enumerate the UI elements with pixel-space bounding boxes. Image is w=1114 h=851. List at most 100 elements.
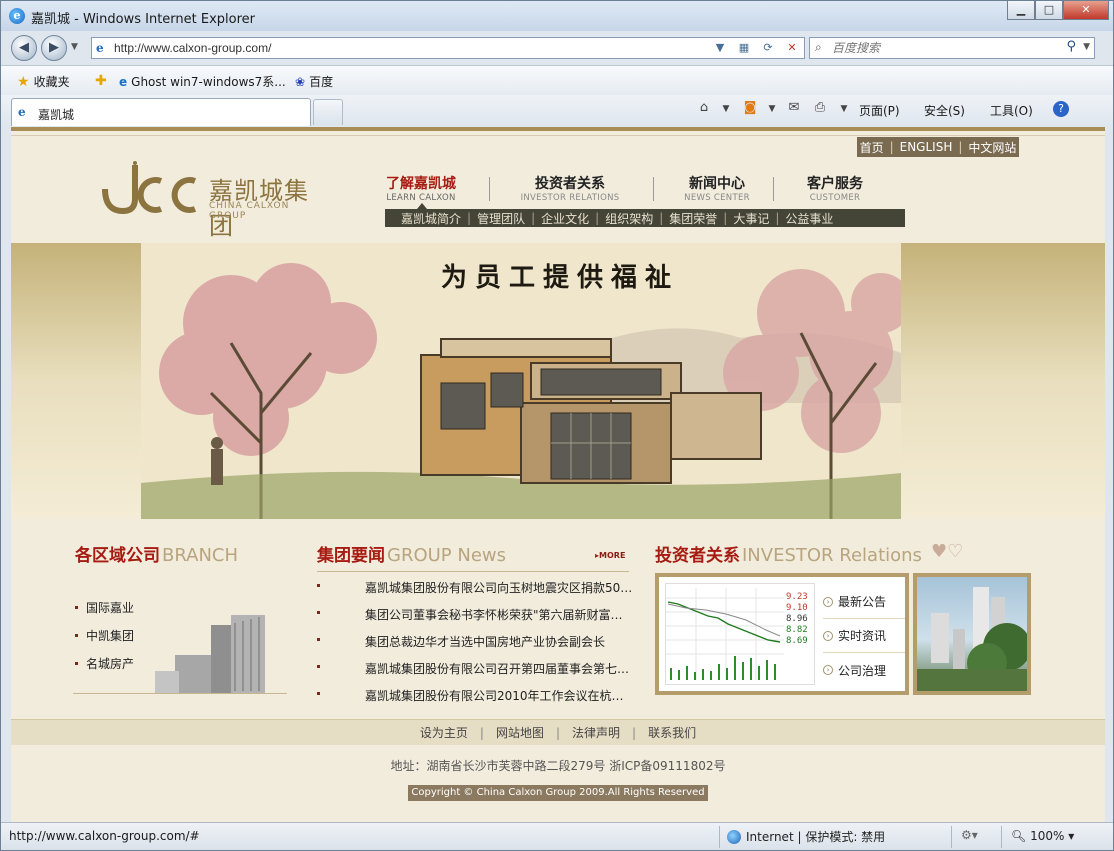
stock-chart[interactable]: 9.23 9.10 8.96 8.82 8.69: [665, 583, 815, 685]
ie-logo-icon: e: [9, 8, 25, 24]
branch-list: 国际嘉业 中凯集团 名城房产: [75, 593, 134, 677]
nav-sublabel: NEWS CENTER: [684, 193, 750, 203]
web-page: 首页 | ENGLISH | 中文网站 嘉凯城集团 CHINA CALXON G…: [11, 127, 1105, 822]
news-title-en: GROUP News: [387, 545, 507, 566]
branch-item-guoji[interactable]: 国际嘉业: [75, 593, 134, 621]
ie-page-icon: e: [119, 74, 128, 89]
bullet-icon: [317, 638, 320, 641]
nav-news-center[interactable]: 新闻中心 NEWS CENTER: [677, 173, 757, 203]
top-links: 首页 | ENGLISH | 中文网站: [857, 137, 1019, 157]
new-tab-button[interactable]: [313, 99, 343, 125]
rss-dropdown-icon[interactable]: ▼: [763, 104, 781, 122]
branch-item-mingcheng[interactable]: 名城房产: [75, 649, 134, 677]
stop-icon[interactable]: ✕: [782, 39, 802, 57]
add-favorite-button[interactable]: ✚: [95, 73, 107, 89]
rss-icon[interactable]: ◙: [741, 100, 759, 118]
subnav-honors[interactable]: 集团荣誉: [663, 210, 723, 227]
favorite-link-baidu[interactable]: ❀ 百度: [295, 73, 333, 90]
refresh-icon[interactable]: ⟳: [758, 39, 778, 57]
site-logo[interactable]: 嘉凯城集团 CHINA CALXON GROUP: [99, 157, 329, 240]
investor-link-label: 最新公告: [838, 595, 887, 609]
news-item[interactable]: 集团公司董事会秘书李怀彬荣获"第六届新财富金牌董秘": [317, 600, 635, 627]
branch-title: 各区域公司 BRANCH: [75, 541, 238, 566]
nav-customer[interactable]: 客户服务 CUSTOMER: [795, 173, 875, 203]
history-dropdown-icon[interactable]: ▼: [71, 42, 78, 52]
nav-investor-relations[interactable]: 投资者关系 INVESTOR RELATIONS: [515, 173, 625, 203]
search-box[interactable]: ⌕ ⚲ ▼: [809, 37, 1095, 59]
nav-label: 新闻中心: [689, 176, 745, 192]
tab-active[interactable]: e 嘉凯城: [11, 98, 311, 126]
news-item[interactable]: 嘉凯城集团股份有限公司2010年工作会议在杭召开: [317, 681, 635, 708]
footer-link-homepage[interactable]: 设为主页: [420, 724, 468, 741]
nav-learn-calxon[interactable]: 了解嘉凯城 LEARN CALXON: [381, 173, 461, 203]
link-realtime-info[interactable]: › 实时资讯: [823, 619, 905, 653]
address-input[interactable]: [114, 39, 714, 57]
zoom-level[interactable]: 🔍︎ 100% ▾: [1011, 829, 1074, 843]
compatibility-icon[interactable]: ▦: [734, 39, 754, 57]
investor-link-label: 公司治理: [838, 663, 887, 678]
favorite-link-ghost[interactable]: e Ghost win7-windows7系...: [119, 73, 286, 90]
search-icon[interactable]: ⚲: [1066, 39, 1076, 54]
print-dropdown-icon[interactable]: ▼: [835, 104, 853, 122]
zone-label: Internet | 保护模式: 禁用: [746, 830, 886, 844]
help-icon[interactable]: ?: [1053, 101, 1069, 117]
minimize-button[interactable]: ▁: [1007, 1, 1035, 20]
security-zone[interactable]: Internet | 保护模式: 禁用: [727, 828, 885, 845]
print-icon[interactable]: ⎙: [811, 100, 829, 118]
subnav-culture[interactable]: 企业文化: [535, 210, 595, 227]
subnav-milestones[interactable]: 大事记: [727, 210, 775, 227]
news-item[interactable]: 嘉凯城集团股份有限公司向玉树地震灾区捐款500万元: [317, 573, 635, 600]
favorites-button[interactable]: ★ 收藏夹: [17, 73, 70, 90]
bullet-icon: [317, 584, 320, 587]
bullet-icon: [75, 633, 78, 637]
subnav-structure[interactable]: 组织架构: [599, 210, 659, 227]
price-label: 8.96: [786, 614, 808, 624]
link-latest-announcement[interactable]: › 最新公告: [823, 585, 905, 619]
safety-menu[interactable]: 安全(S): [924, 102, 965, 119]
forward-button[interactable]: ▶: [41, 35, 67, 61]
favorite-link-label: Ghost win7-windows7系...: [131, 75, 286, 89]
search-input[interactable]: [832, 39, 1062, 57]
address-bar[interactable]: e ▼ ▦ ⟳ ✕: [91, 37, 805, 59]
search-options-icon[interactable]: ▼: [1083, 42, 1090, 52]
link-governance[interactable]: › 公司治理: [823, 653, 905, 687]
footer-link-legal[interactable]: 法律声明: [572, 724, 620, 741]
status-url: http://www.calxon-group.com/#: [9, 829, 200, 843]
hero-banner: 为员工提供福祉: [11, 243, 1105, 519]
nav-sublabel: INVESTOR RELATIONS: [520, 193, 620, 203]
home-dropdown-icon[interactable]: ▼: [717, 104, 735, 122]
maximize-button[interactable]: □: [1035, 1, 1063, 20]
subnav-management[interactable]: 管理团队: [471, 210, 531, 227]
nav-label: 客户服务: [807, 176, 863, 192]
footer-link-sitemap[interactable]: 网站地图: [496, 724, 544, 741]
branch-title-cn: 各区域公司: [75, 546, 160, 566]
footer-link-contact[interactable]: 联系我们: [648, 724, 696, 741]
nav-sublabel: LEARN CALXON: [386, 193, 456, 203]
mail-icon[interactable]: ✉: [785, 100, 803, 118]
investor-title: 投资者关系 INVESTOR Relations: [655, 541, 922, 566]
subnav-intro[interactable]: 嘉凯城简介: [395, 210, 467, 227]
price-label: 8.69: [786, 636, 808, 646]
tools-menu[interactable]: 工具(O): [990, 102, 1033, 119]
back-button[interactable]: ◀: [11, 35, 37, 61]
tab-label: 嘉凯城: [38, 108, 75, 122]
subnav-charity[interactable]: 公益事业: [779, 210, 839, 227]
page-menu[interactable]: 页面(P): [859, 102, 900, 119]
home-icon[interactable]: ⌂: [695, 100, 713, 118]
hearts-icon: ♥♡: [931, 541, 964, 562]
branch-item-zhongkai[interactable]: 中凯集团: [75, 621, 134, 649]
footer-address: 地址：湖南省长沙市芙蓉中路二段279号 浙ICP备09111802号: [390, 759, 726, 773]
city-photo[interactable]: [913, 573, 1031, 695]
branch-label: 国际嘉业: [86, 600, 135, 615]
address-dropdown-icon[interactable]: ▼: [710, 39, 730, 57]
news-item[interactable]: 嘉凯城集团股份有限公司召开第四届董事会第七次会议: [317, 654, 635, 681]
top-link-chinese[interactable]: 中文网站: [968, 139, 1016, 156]
nav-sublabel: CUSTOMER: [809, 193, 861, 203]
investor-box: 9.23 9.10 8.96 8.82 8.69 › 最新公告 › 实时资讯 › 公司…: [655, 573, 909, 695]
close-button[interactable]: ✕: [1063, 1, 1109, 20]
news-item[interactable]: 集团总裁边华才当选中国房地产业协会副会长: [317, 627, 635, 654]
news-more-link[interactable]: ▸MORE: [595, 551, 625, 560]
top-link-home[interactable]: 首页: [860, 139, 884, 156]
addon-icon[interactable]: ⚙▾: [961, 828, 978, 842]
top-link-english[interactable]: ENGLISH: [900, 140, 953, 154]
